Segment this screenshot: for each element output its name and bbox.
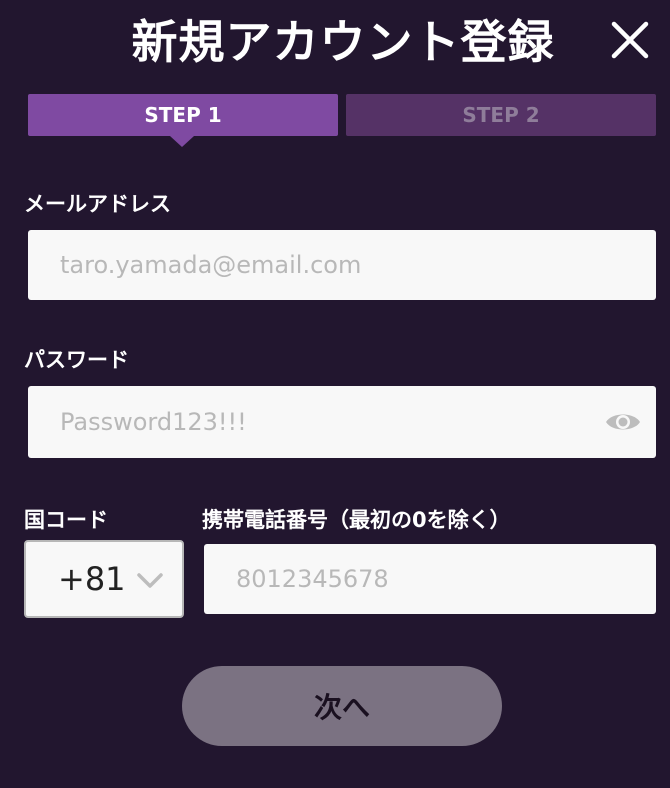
page-title: 新規アカウント登録 bbox=[131, 15, 555, 69]
close-button[interactable] bbox=[608, 18, 652, 62]
eye-icon[interactable] bbox=[604, 408, 642, 436]
phone-label: 携帯電話番号（最初の0を除く） bbox=[202, 508, 511, 532]
password-input[interactable] bbox=[28, 386, 656, 458]
close-icon bbox=[611, 21, 649, 59]
country-code-value: +81 bbox=[58, 560, 126, 598]
next-button[interactable]: 次へ bbox=[182, 666, 502, 746]
email-label: メールアドレス bbox=[24, 192, 171, 216]
country-code-label: 国コード bbox=[24, 508, 108, 532]
phone-field-container bbox=[204, 544, 656, 614]
email-field-container bbox=[28, 230, 656, 300]
step-2-tab: STEP 2 bbox=[346, 94, 656, 136]
chevron-down-icon bbox=[137, 573, 163, 588]
password-field-container bbox=[28, 386, 656, 458]
step-2-label: STEP 2 bbox=[462, 103, 540, 127]
password-label: パスワード bbox=[24, 348, 129, 372]
step-1-tab: STEP 1 bbox=[28, 94, 338, 147]
country-code-select[interactable]: +81 bbox=[24, 540, 184, 618]
step-1-label: STEP 1 bbox=[144, 103, 222, 127]
email-input[interactable] bbox=[28, 230, 656, 300]
phone-input[interactable] bbox=[204, 544, 656, 614]
